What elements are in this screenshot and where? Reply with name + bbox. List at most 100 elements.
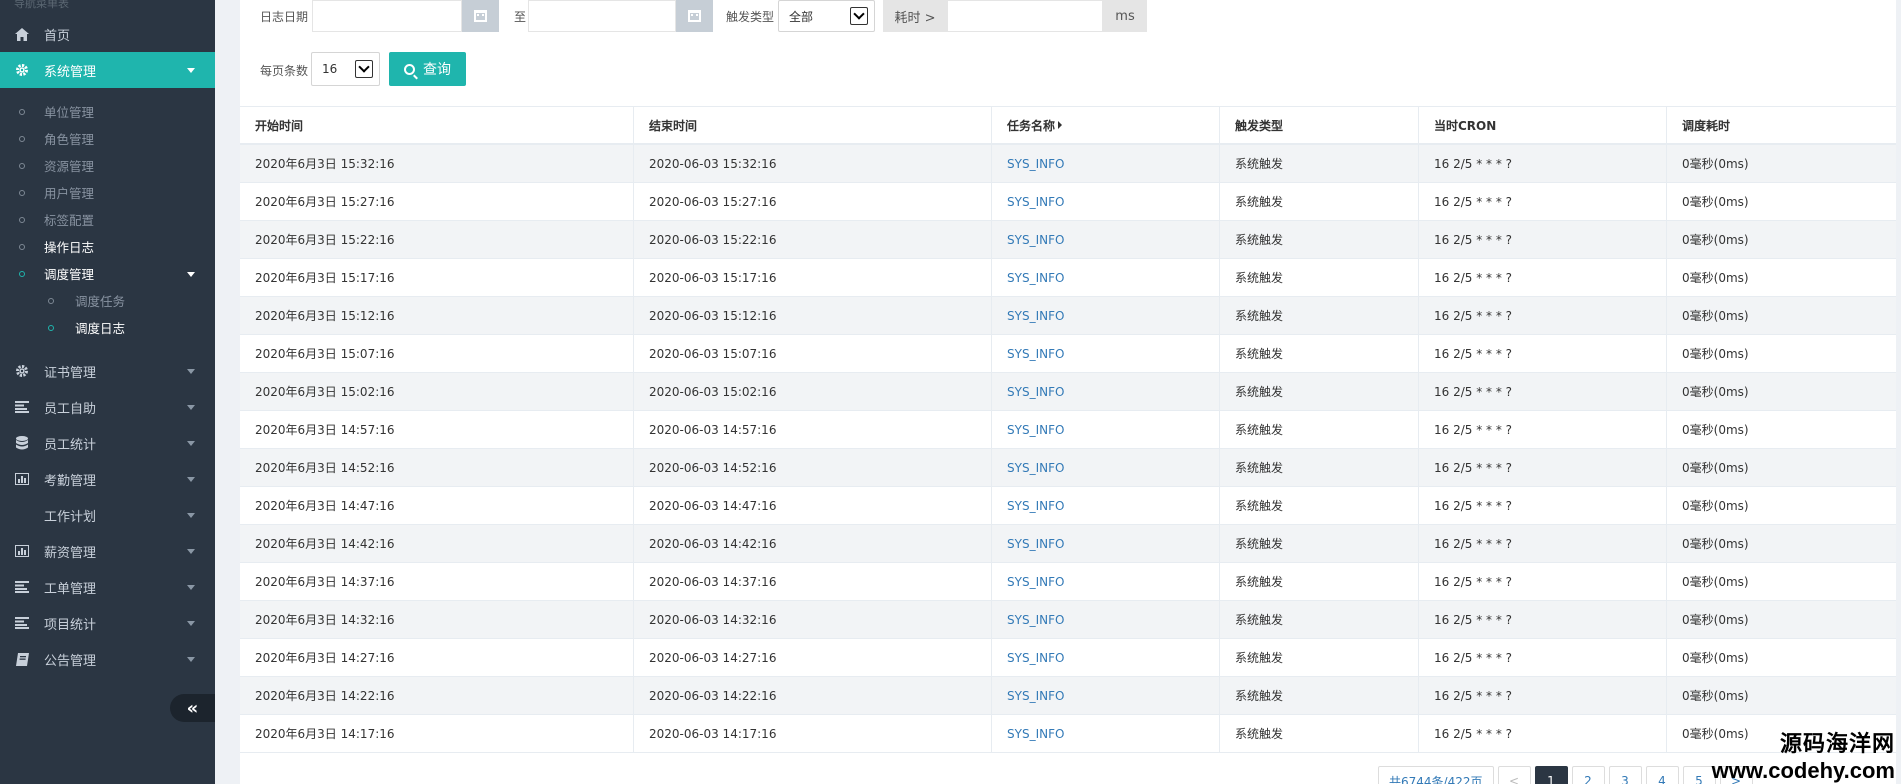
- cell-start-time: 2020年6月3日 14:47:16: [240, 487, 634, 524]
- cell-task-name[interactable]: SYS_INFO: [992, 525, 1220, 562]
- header-start-time[interactable]: 开始时间: [240, 107, 634, 143]
- cell-trigger-type: 系统触发: [1220, 639, 1419, 676]
- sidebar-subsubitem-log[interactable]: 调度日志: [0, 314, 215, 341]
- end-date-calendar-button[interactable]: [676, 0, 713, 32]
- cost-unit-addon: ms: [1103, 0, 1147, 32]
- sidebar-item-staff-self[interactable]: 员工自助: [0, 389, 215, 425]
- header-end-time[interactable]: 结束时间: [634, 107, 992, 143]
- table-row[interactable]: 2020年6月3日 14:17:16 2020-06-03 14:17:16 SYS…: [240, 715, 1896, 753]
- pagination-prev[interactable]: <: [1497, 766, 1531, 784]
- sidebar-item-label: 工作计划: [44, 509, 97, 525]
- cell-task-name[interactable]: SYS_INFO: [992, 487, 1220, 524]
- cell-task-name[interactable]: SYS_INFO: [992, 411, 1220, 448]
- cell-start-time: 2020年6月3日 15:27:16: [240, 183, 634, 220]
- cell-task-name[interactable]: SYS_INFO: [992, 259, 1220, 296]
- sidebar-item-staff-stats[interactable]: 员工统计: [0, 425, 215, 461]
- sidebar-item-system[interactable]: 系统管理: [0, 52, 215, 88]
- query-button-label: 查询: [423, 62, 451, 78]
- cell-task-name[interactable]: SYS_INFO: [992, 145, 1220, 182]
- table-row[interactable]: 2020年6月3日 14:47:16 2020-06-03 14:47:16 SYS…: [240, 487, 1896, 525]
- page-size-select[interactable]: 16: [311, 52, 380, 86]
- sidebar-item-project-stats[interactable]: 项目统计: [0, 605, 215, 641]
- cell-task-name[interactable]: SYS_INFO: [992, 373, 1220, 410]
- cell-start-time: 2020年6月3日 15:02:16: [240, 373, 634, 410]
- trigger-type-select[interactable]: 全部: [778, 0, 875, 32]
- pagination-page-5[interactable]: 5: [1682, 766, 1716, 784]
- cell-cron: 16 2/5 * * * ?: [1419, 487, 1667, 524]
- cell-end-time: 2020-06-03 14:37:16: [634, 563, 992, 600]
- table-row[interactable]: 2020年6月3日 15:27:16 2020-06-03 15:27:16 SYS…: [240, 183, 1896, 221]
- cell-task-name[interactable]: SYS_INFO: [992, 601, 1220, 638]
- sidebar-item-attendance[interactable]: 考勤管理: [0, 461, 215, 497]
- end-date-input[interactable]: [528, 0, 676, 32]
- cell-end-time: 2020-06-03 14:47:16: [634, 487, 992, 524]
- cell-trigger-type: 系统触发: [1220, 601, 1419, 638]
- start-date-input[interactable]: [312, 0, 462, 32]
- to-label: 至: [514, 9, 527, 24]
- table-row[interactable]: 2020年6月3日 14:52:16 2020-06-03 14:52:16 SYS…: [240, 449, 1896, 487]
- cell-cron: 16 2/5 * * * ?: [1419, 411, 1667, 448]
- sidebar-collapse-button[interactable]: «: [170, 694, 215, 722]
- table-row[interactable]: 2020年6月3日 14:22:16 2020-06-03 14:22:16 SYS…: [240, 677, 1896, 715]
- cell-task-name[interactable]: SYS_INFO: [992, 677, 1220, 714]
- table-row[interactable]: 2020年6月3日 15:07:16 2020-06-03 15:07:16 SYS…: [240, 335, 1896, 373]
- header-cost[interactable]: 调度耗时: [1667, 107, 1896, 143]
- sidebar-subitem-unit[interactable]: 单位管理: [0, 98, 215, 125]
- table-row[interactable]: 2020年6月3日 15:17:16 2020-06-03 15:17:16 SYS…: [240, 259, 1896, 297]
- cell-task-name[interactable]: SYS_INFO: [992, 183, 1220, 220]
- cell-end-time: 2020-06-03 14:22:16: [634, 677, 992, 714]
- cell-task-name[interactable]: SYS_INFO: [992, 335, 1220, 372]
- cost-unit: ms: [1115, 8, 1135, 24]
- header-cron[interactable]: 当时CRON: [1419, 107, 1667, 143]
- table-row[interactable]: 2020年6月3日 14:37:16 2020-06-03 14:37:16 SYS…: [240, 563, 1896, 601]
- cell-cron: 16 2/5 * * * ?: [1419, 259, 1667, 296]
- pagination-page-4[interactable]: 4: [1645, 766, 1679, 784]
- cost-input[interactable]: [947, 0, 1103, 32]
- sidebar-item-notice[interactable]: 公告管理: [0, 641, 215, 677]
- sidebar-item-work-plan[interactable]: 工作计划: [0, 497, 215, 533]
- search-icon: [404, 63, 415, 75]
- table-row[interactable]: 2020年6月3日 15:12:16 2020-06-03 15:12:16 SYS…: [240, 297, 1896, 335]
- sidebar-subitem-user[interactable]: 用户管理: [0, 179, 215, 206]
- sidebar-item-label: 员工统计: [44, 437, 97, 453]
- sidebar-item-label: 项目统计: [44, 617, 97, 633]
- cell-task-name[interactable]: SYS_INFO: [992, 297, 1220, 334]
- cell-task-name[interactable]: SYS_INFO: [992, 639, 1220, 676]
- start-date-calendar-button[interactable]: [462, 0, 499, 32]
- sidebar-item-work-order[interactable]: 工单管理: [0, 569, 215, 605]
- cell-start-time: 2020年6月3日 14:32:16: [240, 601, 634, 638]
- cell-task-name[interactable]: SYS_INFO: [992, 715, 1220, 752]
- sidebar-item-cert[interactable]: 证书管理: [0, 353, 215, 389]
- table-row[interactable]: 2020年6月3日 14:32:16 2020-06-03 14:32:16 SYS…: [240, 601, 1896, 639]
- header-task-name[interactable]: 任务名称: [992, 107, 1220, 143]
- sidebar-subitem-label: 单位管理: [44, 105, 95, 120]
- cell-cron: 16 2/5 * * * ?: [1419, 449, 1667, 486]
- cell-cron: 16 2/5 * * * ?: [1419, 183, 1667, 220]
- cell-cron: 16 2/5 * * * ?: [1419, 715, 1667, 752]
- sidebar-subitem-resource[interactable]: 资源管理: [0, 152, 215, 179]
- sidebar-subitem-role[interactable]: 角色管理: [0, 125, 215, 152]
- filter-row: 日志日期 至 触发类型 全部 耗时 > ms: [240, 0, 1147, 32]
- cell-task-name[interactable]: SYS_INFO: [992, 449, 1220, 486]
- table-row[interactable]: 2020年6月3日 14:42:16 2020-06-03 14:42:16 SYS…: [240, 525, 1896, 563]
- cell-task-name[interactable]: SYS_INFO: [992, 563, 1220, 600]
- table-row[interactable]: 2020年6月3日 15:02:16 2020-06-03 15:02:16 SYS…: [240, 373, 1896, 411]
- pagination-page-3[interactable]: 3: [1608, 766, 1642, 784]
- table-row[interactable]: 2020年6月3日 15:32:16 2020-06-03 15:32:16 SYS…: [240, 145, 1896, 183]
- table-row[interactable]: 2020年6月3日 15:22:16 2020-06-03 15:22:16 SYS…: [240, 221, 1896, 259]
- header-trigger-type[interactable]: 触发类型: [1220, 107, 1419, 143]
- sidebar-subsubitem-task[interactable]: 调度任务: [0, 287, 215, 314]
- sidebar-subitem-tag[interactable]: 标签配置: [0, 206, 215, 233]
- table-row[interactable]: 2020年6月3日 14:57:16 2020-06-03 14:57:16 SYS…: [240, 411, 1896, 449]
- sidebar-item-home[interactable]: 首页: [0, 16, 215, 52]
- sidebar-item-salary[interactable]: 薪资管理: [0, 533, 215, 569]
- query-button[interactable]: 查询: [389, 52, 466, 86]
- sidebar-subitem-schedule[interactable]: 调度管理: [0, 260, 215, 287]
- table-row[interactable]: 2020年6月3日 14:27:16 2020-06-03 14:27:16 SYS…: [240, 639, 1896, 677]
- pagination-page-1[interactable]: 1: [1534, 766, 1568, 784]
- cell-cron: 16 2/5 * * * ?: [1419, 335, 1667, 372]
- sidebar-subitem-oplog[interactable]: 操作日志: [0, 233, 215, 260]
- list-icon: [14, 399, 30, 415]
- pagination-page-2[interactable]: 2: [1571, 766, 1605, 784]
- cell-task-name[interactable]: SYS_INFO: [992, 221, 1220, 258]
